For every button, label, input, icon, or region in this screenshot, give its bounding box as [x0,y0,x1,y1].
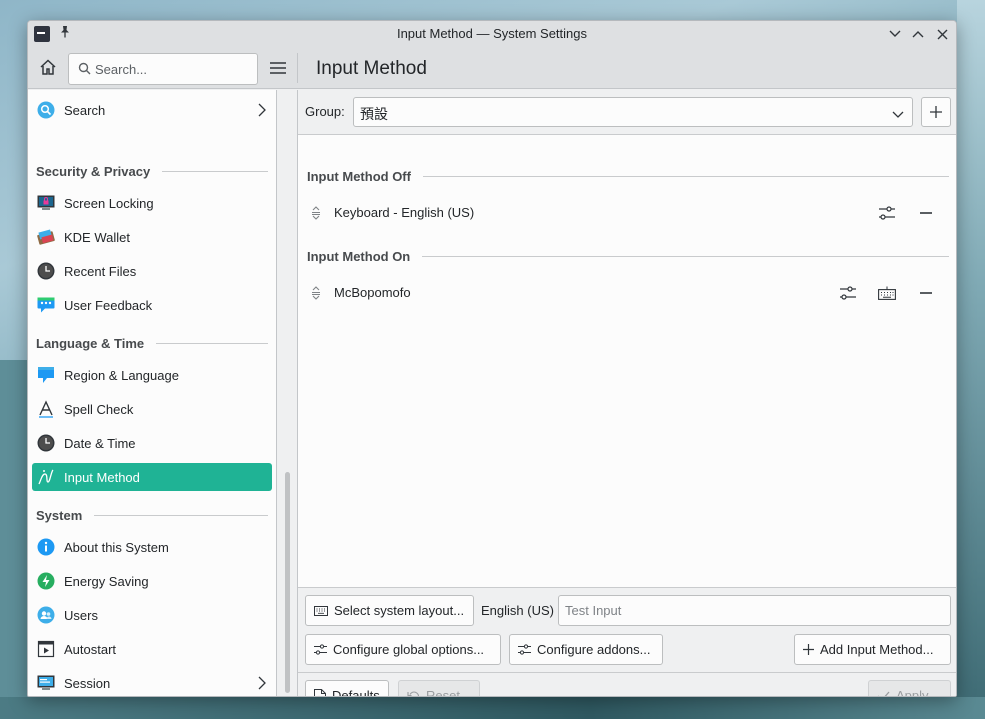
hamburger-menu-icon[interactable] [266,55,290,81]
test-input[interactable] [558,595,951,626]
remove-icon[interactable] [913,201,939,225]
layout-label: English (US) [481,603,554,618]
sidebar-item-recent-files[interactable]: Recent Files [32,257,272,285]
sidebar-item-screen-locking[interactable]: Screen Locking [32,189,272,217]
drag-handle-icon[interactable] [311,205,321,224]
sidebar-item-users[interactable]: Users [32,601,272,629]
undo-icon [407,690,420,696]
energy-icon [36,571,56,591]
footer-divider [298,672,956,673]
autostart-icon [36,639,56,659]
reset-button[interactable]: Reset [398,680,480,696]
plus-icon [803,644,814,655]
section-input-method-off: Input Method Off [307,166,949,186]
users-icon [36,605,56,625]
remove-icon[interactable] [913,281,939,305]
chevron-right-icon [258,103,266,120]
sidebar-item-kde-wallet[interactable]: KDE Wallet [32,223,272,251]
apply-button[interactable]: Apply [868,680,951,696]
main-content: Group: 預設 Input Method Off Keyboard - En… [298,90,956,696]
keyboard-icon [314,605,328,617]
section-system: System [36,505,268,525]
wallet-icon [36,227,56,247]
checkmark-icon [877,691,890,696]
sidebar-item-search[interactable]: Search [32,96,272,124]
input-method-icon [36,467,56,487]
clock-icon [36,261,56,281]
input-method-name: Keyboard - English (US) [334,205,475,220]
sidebar-item-session[interactable]: Session [32,669,272,696]
sidebar-item-date-time[interactable]: Date & Time [32,429,272,457]
toolbar: Input Method [28,47,956,89]
search-category-icon [36,100,56,120]
footer: Select system layout... English (US) Con… [298,587,956,696]
close-icon[interactable] [932,24,952,44]
add-input-method-button[interactable]: Add Input Method... [794,634,951,665]
configure-icon [314,643,327,656]
spell-check-icon [36,399,56,419]
system-settings-window: Input Method — System Settings Input Met… [27,20,957,697]
plus-icon [930,106,942,118]
region-flag-icon [36,365,56,385]
sidebar-item-user-feedback[interactable]: User Feedback [32,291,272,319]
section-security-privacy: Security & Privacy [36,161,268,181]
session-icon [36,673,56,693]
page-title: Input Method [316,58,427,79]
input-method-name: McBopomofo [334,285,411,300]
info-icon [36,537,56,557]
maximize-icon[interactable] [908,24,928,44]
sidebar-item-energy-saving[interactable]: Energy Saving [32,567,272,595]
titlebar[interactable]: Input Method — System Settings [28,21,956,47]
sidebar-item-about[interactable]: About this System [32,533,272,561]
add-group-button[interactable] [921,97,951,127]
search-input[interactable] [95,60,253,78]
search-field[interactable] [68,53,258,85]
select-system-layout-button[interactable]: Select system layout... [305,595,474,626]
chevron-right-icon [258,676,266,693]
group-value: 預設 [360,107,388,123]
drag-handle-icon[interactable] [311,285,321,304]
feedback-icon [36,295,56,315]
group-label: Group: [305,104,345,119]
configure-icon[interactable] [835,281,861,305]
document-defaults-icon [314,688,326,696]
input-method-row[interactable]: McBopomofo [306,277,950,309]
search-icon [78,62,91,78]
sidebar: Search Security & Privacy Screen Locking… [28,90,277,696]
chevron-down-icon [892,107,904,122]
defaults-button[interactable]: Defaults [305,680,389,696]
configure-global-options-button[interactable]: Configure global options... [305,634,501,665]
sidebar-item-input-method[interactable]: Input Method [32,463,272,491]
group-bar: Group: 預設 [298,90,956,135]
window-title: Input Method — System Settings [396,26,588,41]
section-input-method-on: Input Method On [307,246,949,266]
header-divider [297,53,298,83]
keyboard-layout-icon[interactable] [874,281,900,305]
sidebar-item-autostart[interactable]: Autostart [32,635,272,663]
clock-icon [36,433,56,453]
screen-lock-icon [36,193,56,213]
configure-icon [518,643,531,656]
group-combobox[interactable]: 預設 [353,97,913,127]
configure-icon[interactable] [874,201,900,225]
configure-addons-button[interactable]: Configure addons... [509,634,663,665]
sidebar-scrollbar[interactable] [285,472,290,693]
sidebar-item-region-language[interactable]: Region & Language [32,361,272,389]
input-method-row[interactable]: Keyboard - English (US) [306,197,950,229]
home-icon[interactable] [36,54,60,80]
sidebar-item-spell-check[interactable]: Spell Check [32,395,272,423]
section-language-time: Language & Time [36,333,268,353]
minimize-icon[interactable] [885,24,905,44]
